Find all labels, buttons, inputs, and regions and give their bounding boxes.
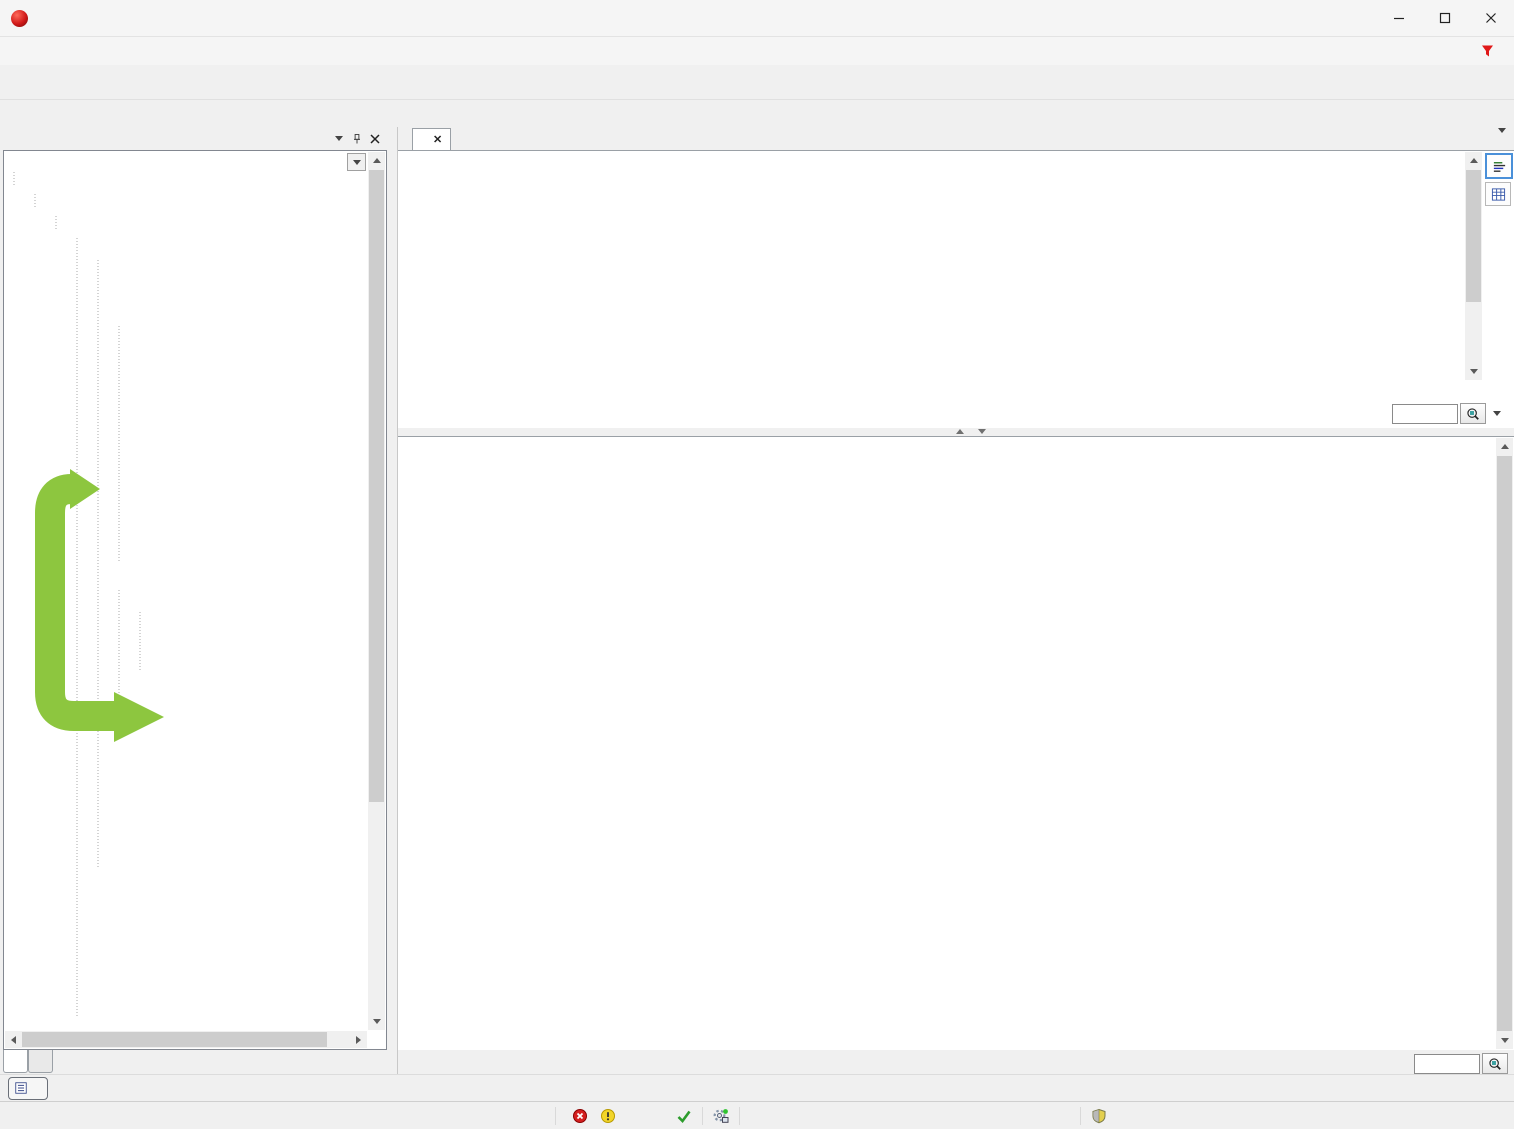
codesys-logo-icon [11, 10, 28, 27]
title-bar [0, 0, 1514, 37]
declaration-pane[interactable] [398, 150, 1514, 428]
tab-pous[interactable] [28, 1050, 53, 1073]
devices-panel-header [0, 127, 390, 150]
messages-bar[interactable] [8, 1077, 48, 1100]
window-controls [1376, 0, 1514, 36]
editor-bottom-strip [398, 1050, 1514, 1074]
pane-splitter[interactable] [398, 428, 1514, 436]
tabular-view-button[interactable] [1485, 182, 1511, 206]
editor-tab-bar: ✕ [398, 127, 1514, 150]
tab-devices[interactable] [3, 1050, 28, 1073]
implementation-scrollbar[interactable] [1496, 438, 1513, 1049]
dock-gap [0, 100, 1514, 127]
pin-icon[interactable] [348, 131, 366, 147]
devices-panel [0, 127, 390, 1050]
scrollbar-thumb[interactable] [369, 170, 384, 802]
zoom-level[interactable] [1392, 404, 1458, 424]
declaration-scrollbar[interactable] [1465, 152, 1482, 380]
device-dropdown-button[interactable] [347, 153, 366, 171]
profile-shield-icon[interactable] [1091, 1108, 1107, 1124]
notifications[interactable] [1480, 43, 1498, 59]
messages-row [0, 1074, 1514, 1101]
view-mode-buttons [1485, 153, 1511, 209]
scroll-down-icon[interactable] [1465, 363, 1482, 380]
magnifier-icon[interactable] [1460, 403, 1486, 424]
implementation-pane[interactable] [398, 436, 1514, 1050]
close-panel-icon[interactable] [366, 131, 384, 147]
precompile-check-icon [676, 1108, 692, 1124]
chevron-down-icon[interactable] [1488, 406, 1506, 422]
tree-vertical-scrollbar[interactable] [368, 152, 385, 1030]
scroll-left-icon[interactable] [5, 1031, 22, 1048]
vertical-splitter[interactable] [390, 127, 397, 1074]
online-state-icon[interactable] [713, 1108, 729, 1124]
tab-list-dropdown-icon[interactable] [1498, 133, 1506, 151]
tree-horizontal-scrollbar[interactable] [5, 1031, 367, 1048]
scroll-up-icon[interactable] [1496, 438, 1513, 455]
close-tab-icon[interactable]: ✕ [433, 133, 442, 146]
scrollbar-thumb[interactable] [1466, 170, 1481, 302]
error-icon [572, 1108, 588, 1124]
minimize-button[interactable] [1376, 0, 1422, 36]
scrollbar-thumb[interactable] [22, 1032, 327, 1047]
declaration-zoom-control [1392, 403, 1506, 424]
dock-tab-bar [0, 1050, 390, 1074]
maximize-button[interactable] [1422, 0, 1468, 36]
warning-icon [600, 1108, 616, 1124]
messages-icon [14, 1081, 28, 1095]
scroll-up-icon[interactable] [368, 152, 385, 169]
funnel-icon [1480, 43, 1496, 59]
zoom-level[interactable] [1414, 1054, 1480, 1074]
textual-view-button[interactable] [1485, 153, 1513, 179]
devices-tree [3, 150, 387, 1050]
main-area: ✕ [0, 127, 1514, 1074]
tab-prg-plc[interactable]: ✕ [412, 128, 451, 150]
scroll-down-icon[interactable] [368, 1013, 385, 1030]
close-button[interactable] [1468, 0, 1514, 36]
scroll-up-icon[interactable] [1465, 152, 1482, 169]
editor-area: ✕ [397, 127, 1514, 1074]
magnifier-icon[interactable] [1482, 1053, 1508, 1074]
scroll-down-icon[interactable] [1496, 1032, 1513, 1049]
implementation-zoom-control [1414, 1053, 1508, 1074]
left-column [0, 127, 390, 1074]
panel-menu-icon[interactable] [330, 131, 348, 147]
menu-bar [0, 37, 1514, 65]
scrollbar-thumb[interactable] [1497, 456, 1512, 1031]
scroll-right-icon[interactable] [350, 1031, 367, 1048]
toolbar [0, 65, 1514, 100]
